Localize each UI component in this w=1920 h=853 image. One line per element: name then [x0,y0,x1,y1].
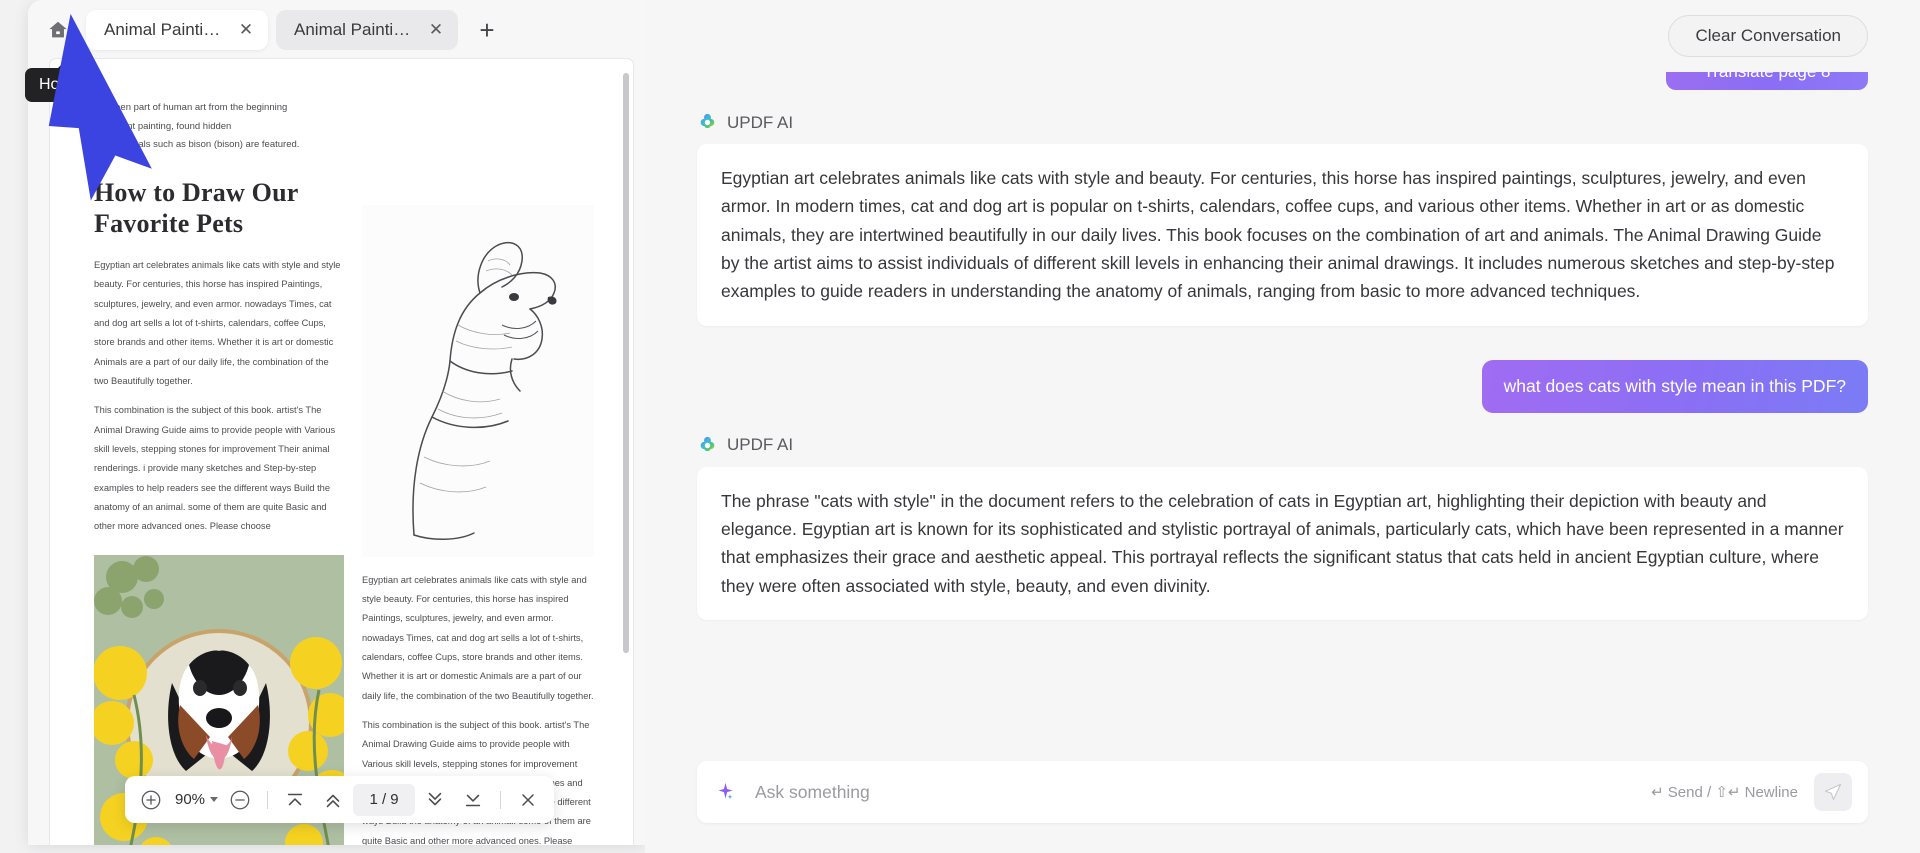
toolbar-divider [267,790,269,809]
zoom-level-select[interactable]: 90% [171,791,220,808]
zoom-level-value: 90% [175,791,206,808]
chevron-down-double-icon [428,792,442,805]
ai-message-bubble: The phrase "cats with style" in the docu… [697,466,1868,621]
minus-circle-icon [230,790,250,809]
pdf-paragraph: Egyptian art celebrates animals like cat… [362,574,594,701]
ai-chat-pane: Clear Conversation Translate page 8 [645,0,1920,853]
chat-composer-area: ↵ Send / ⇧↵ Newline [645,735,1920,853]
chat-message-ai-1: UPDF AI Egyptian art celebrates animals … [697,112,1868,326]
zoom-out-button[interactable] [222,782,258,818]
app-root: Animal Paintin... ✕ Animal Paintin... ✕ … [0,0,1920,853]
chevron-down-icon [210,797,219,802]
chat-message-list[interactable]: Translate page 8 UPDF AI [645,72,1920,735]
page-indicator[interactable]: 1 / 9 [353,783,416,816]
home-tooltip: Home [25,62,96,102]
tab-strip: Animal Paintin... ✕ Animal Paintin... ✕ … [28,0,645,59]
close-icon[interactable]: ✕ [426,20,446,40]
tab-animal-painting-2[interactable]: Animal Paintin... ✕ [276,9,458,50]
last-page-icon [465,794,481,806]
pdf-scrollbar[interactable] [623,73,629,653]
first-page-icon [287,793,303,805]
pdf-sketch-dog [362,204,594,557]
chevron-up-double-icon [326,794,340,807]
zoom-in-button[interactable] [133,782,169,818]
chat-composer[interactable]: ↵ Send / ⇧↵ Newline [697,761,1868,823]
home-icon [49,21,67,37]
close-icon [522,793,534,806]
close-toolbar-button[interactable] [510,782,546,818]
tab-label: Animal Paintin... [104,19,224,39]
home-button[interactable] [38,10,78,50]
updf-ai-logo-icon [700,113,715,129]
pdf-window: Animal Paintin... ✕ Animal Paintin... ✕ … [28,0,645,845]
send-shortcut-hint: ↵ Send / ⇧↵ Newline [1651,784,1798,801]
sparkle-icon [718,782,733,800]
pdf-intro-line: in th... ...mals such as bison (bison) a… [94,139,300,151]
pdf-viewer-pane: Animal Paintin... ✕ Animal Paintin... ✕ … [0,0,645,853]
clear-conversation-button[interactable]: Clear Conversation [1668,15,1868,57]
plus-circle-icon [141,790,161,809]
pdf-column-left: How to Draw Our Favorite Pets Egyptian a… [94,155,344,845]
pdf-paragraph: This combination is the subject of this … [94,405,336,532]
chat-header: Clear Conversation [645,0,1920,72]
ai-message-header: UPDF AI [697,112,1868,133]
ai-message-bubble: Egyptian art celebrates animals like cat… [697,144,1868,326]
next-page-button[interactable] [417,782,453,818]
pdf-bottom-toolbar: 90% 1 / 9 [125,776,555,823]
ai-message-header: UPDF AI [697,435,1868,456]
pdf-document-area[interactable]: ...e been part of human art from the beg… [50,59,633,845]
first-page-button[interactable] [277,782,313,818]
pdf-paragraph: Egyptian art celebrates animals like cat… [94,259,341,386]
dog-sketch-illustration [362,204,594,557]
pdf-intro-line: ... ancient painting, found hidden [94,120,232,132]
chat-message-user: what does cats with style mean in this P… [697,359,1868,413]
pdf-column-right: Egyptian art celebrates animals like cat… [362,155,594,845]
send-paper-plane-icon [1825,784,1841,800]
pdf-intro-text: ...e been part of human art from the beg… [94,99,589,155]
ask-something-input[interactable] [755,781,1652,803]
updf-ai-logo-icon [700,436,715,451]
pdf-intro-line: ...e been part of human art from the beg… [94,102,288,113]
pdf-page-1: ...e been part of human art from the beg… [50,59,633,845]
translate-page-chip[interactable]: Translate page 8 [1666,72,1868,90]
ai-name-label: UPDF AI [727,112,794,132]
previous-page-button[interactable] [315,782,351,818]
new-tab-button[interactable]: + [472,15,502,45]
send-button[interactable] [1814,773,1852,811]
toolbar-divider [500,790,502,809]
last-page-button[interactable] [455,782,491,818]
tab-animal-painting-1[interactable]: Animal Paintin... ✕ [86,9,268,50]
ai-name-label: UPDF AI [727,435,794,455]
pdf-body-text: Egyptian art celebrates animals like cat… [94,256,344,537]
pdf-heading: How to Draw Our Favorite Pets [94,177,299,239]
tab-label: Animal Paintin... [294,19,414,39]
close-icon[interactable]: ✕ [236,20,256,40]
chat-message-ai-2: UPDF AI The phrase "cats with style" in … [697,435,1868,621]
user-message-bubble: what does cats with style mean in this P… [1481,359,1868,413]
pdf-columns: How to Draw Our Favorite Pets Egyptian a… [94,155,594,845]
